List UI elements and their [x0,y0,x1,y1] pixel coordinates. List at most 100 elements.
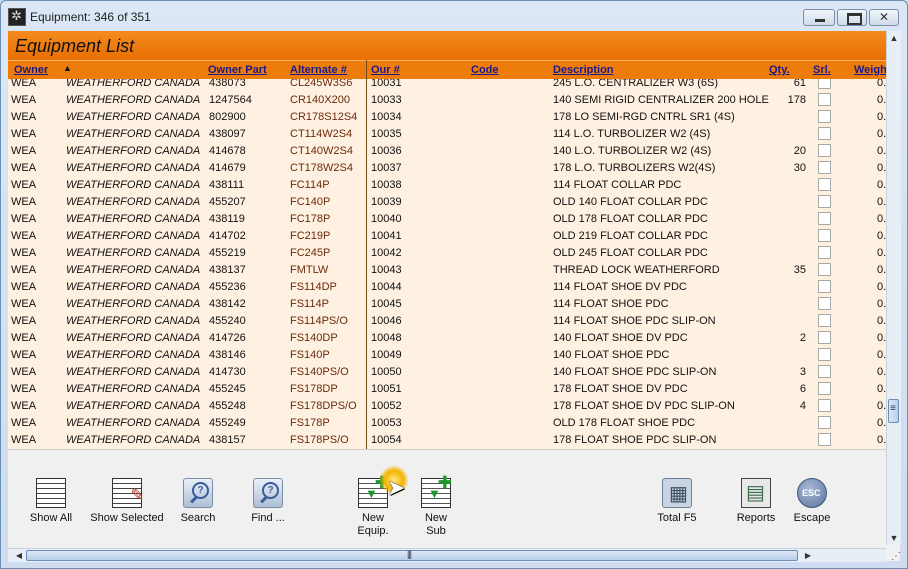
row-alternate: CR178S12S4 [290,111,358,123]
row-owner-name: WEATHERFORD CANADA [66,111,201,123]
row-owner-name: WEATHERFORD CANADA [66,400,201,412]
show-all-button[interactable]: Show All [11,478,91,525]
serial-checkbox[interactable] [818,161,831,174]
serial-checkbox[interactable] [818,263,831,276]
serial-checkbox[interactable] [818,416,831,429]
row-owner-part: 414679 [209,162,246,174]
serial-checkbox[interactable] [818,331,831,344]
row-owner: WEA [11,179,37,191]
find-button[interactable]: Find ... [228,478,308,525]
scroll-up-icon[interactable]: ▲ [887,31,901,45]
total-button[interactable]: Total F5 [637,478,717,525]
row-alternate: FC219P [290,230,331,242]
table-row[interactable]: WEA WEATHERFORD CANADA 455219 FC245P 10042 OL… [8,245,886,262]
table-row[interactable]: WEA WEATHERFORD CANADA 455236 FS114DP 10044 1… [8,279,886,296]
table-row[interactable]: WEA WEATHERFORD CANADA 414730 FS140PS/O 1005… [8,364,886,381]
serial-checkbox[interactable] [818,127,831,140]
close-button[interactable] [869,9,899,26]
serial-checkbox[interactable] [818,110,831,123]
row-owner: WEA [11,196,37,208]
table-row[interactable]: WEA WEATHERFORD CANADA 438073 CL245W3S6 1003… [8,79,886,92]
row-weight: 0. [877,111,886,123]
col-header-description[interactable]: Description [553,64,614,76]
col-header-qty[interactable]: Qty. [769,64,790,76]
row-owner-part: 438146 [209,349,246,361]
row-our-number: 10031 [371,79,402,89]
serial-checkbox[interactable] [818,178,831,191]
serial-checkbox[interactable] [818,433,831,446]
col-header-owner-part[interactable]: Owner Part [208,64,267,76]
table-row[interactable]: WEA WEATHERFORD CANADA 802900 CR178S12S4 100… [8,109,886,126]
scroll-left-icon[interactable]: ◀ [12,549,26,562]
row-alternate: FS178P [290,417,330,429]
row-owner-part: 438137 [209,264,246,276]
table-row[interactable]: WEA WEATHERFORD CANADA 438111 FC114P 10038 11… [8,177,886,194]
row-owner-name: WEATHERFORD CANADA [66,434,201,446]
col-header-srl[interactable]: Srl. [813,64,831,76]
vertical-scroll-thumb[interactable] [888,399,899,423]
table-row[interactable]: WEA WEATHERFORD CANADA 455248 FS178DPS/O 100… [8,398,886,415]
row-description: 140 FLOAT SHOE PDC SLIP-ON [553,366,717,378]
table-row[interactable]: WEA WEATHERFORD CANADA 414679 CT178W2S4 1003… [8,160,886,177]
serial-checkbox[interactable] [818,79,831,89]
serial-checkbox[interactable] [818,93,831,106]
row-owner: WEA [11,315,37,327]
serial-checkbox[interactable] [818,348,831,361]
scroll-right-icon[interactable]: ▶ [801,549,815,562]
col-header-owner[interactable]: Owner [14,64,48,76]
row-owner: WEA [11,79,37,89]
table-row[interactable]: WEA WEATHERFORD CANADA 414702 FC219P 10041 OL… [8,228,886,245]
table-row[interactable]: WEA WEATHERFORD CANADA 438097 CT114W2S4 1003… [8,126,886,143]
row-weight: 0. [877,264,886,276]
title-bar[interactable]: Equipment: 346 of 351 [1,1,907,31]
table-row[interactable]: WEA WEATHERFORD CANADA 414726 FS140DP 10048 1… [8,330,886,347]
serial-checkbox[interactable] [818,382,831,395]
serial-checkbox[interactable] [818,195,831,208]
row-description: 178 L.O. TURBOLIZERS W2(4S) [553,162,716,174]
table-row[interactable]: WEA WEATHERFORD CANADA 455240 FS114PS/O 1004… [8,313,886,330]
row-description: 140 L.O. TURBOLIZER W2 (4S) [553,145,712,157]
table-row[interactable]: WEA WEATHERFORD CANADA 414678 CT140W2S4 1003… [8,143,886,160]
resize-grip-icon[interactable]: ⋰ [891,551,901,562]
table-row[interactable]: WEA WEATHERFORD CANADA 438146 FS140P 10049 14… [8,347,886,364]
new-sub-button[interactable]: New Sub [396,473,476,538]
row-qty: 35 [793,264,806,276]
serial-checkbox[interactable] [818,314,831,327]
horizontal-scroll-thumb[interactable] [26,549,798,561]
col-header-alternate[interactable]: Alternate # [290,64,347,76]
serial-checkbox[interactable] [818,246,831,259]
row-description: 178 FLOAT SHOE PDC SLIP-ON [553,434,717,446]
row-owner-part: 455240 [209,315,246,327]
row-weight: 0. [877,417,886,429]
vertical-scrollbar[interactable]: ▲ ▼ [886,31,901,545]
serial-checkbox[interactable] [818,399,831,412]
table-row[interactable]: WEA WEATHERFORD CANADA 438142 FS114P 10045 11… [8,296,886,313]
col-header-weight[interactable]: Weigh [854,64,887,76]
search-button[interactable]: Search [158,478,238,525]
table-row[interactable]: WEA WEATHERFORD CANADA 1247564 CR140X200 100… [8,92,886,109]
table-row[interactable]: WEA WEATHERFORD CANADA 438137 FMTLW 10043 THR… [8,262,886,279]
serial-checkbox[interactable] [818,212,831,225]
table-row[interactable]: WEA WEATHERFORD CANADA 438157 FS178PS/O 1005… [8,432,886,449]
row-weight: 0. [877,349,886,361]
equipment-grid[interactable]: WEA WEATHERFORD CANADA 438073 CL245W3S6 1003… [8,79,886,449]
horizontal-scrollbar[interactable]: ◀ ▶ [8,548,886,562]
row-owner: WEA [11,264,37,276]
col-header-code[interactable]: Code [471,64,499,76]
app-icon[interactable] [8,8,26,26]
table-row[interactable]: WEA WEATHERFORD CANADA 455249 FS178P 10053 OL… [8,415,886,432]
table-row[interactable]: WEA WEATHERFORD CANADA 438119 FC178P 10040 OL… [8,211,886,228]
scroll-down-icon[interactable]: ▼ [887,531,901,545]
show-selected-button[interactable]: Show Selected [86,478,168,525]
table-row[interactable]: WEA WEATHERFORD CANADA 455245 FS178DP 10051 1… [8,381,886,398]
table-row[interactable]: WEA WEATHERFORD CANADA 455207 FC140P 10039 OL… [8,194,886,211]
serial-checkbox[interactable] [818,365,831,378]
serial-checkbox[interactable] [818,297,831,310]
serial-checkbox[interactable] [818,144,831,157]
col-header-our-number[interactable]: Our # [371,64,400,76]
maximize-button[interactable] [837,9,867,26]
serial-checkbox[interactable] [818,229,831,242]
serial-checkbox[interactable] [818,280,831,293]
minimize-button[interactable] [803,9,835,26]
escape-button[interactable]: Escape [772,478,852,525]
